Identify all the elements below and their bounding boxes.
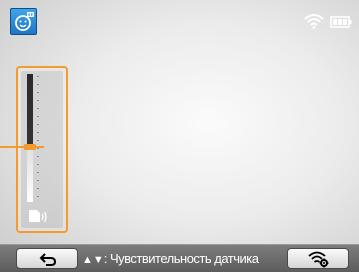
wifi-icon <box>304 13 324 34</box>
smart-face-mode-icon[interactable] <box>10 8 37 35</box>
back-arrow-icon <box>39 253 57 266</box>
sensitivity-hint: ▲▼: Чувствительность датчика <box>82 250 259 268</box>
sensitivity-level-indicator[interactable] <box>0 144 44 150</box>
up-down-arrows-icon: ▲▼ <box>82 254 104 266</box>
sensitivity-hint-label: : Чувствительность датчика <box>103 251 259 266</box>
bottom-bar: ▲▼: Чувствительность датчика <box>0 244 359 272</box>
sensitivity-slider-ticks <box>37 76 39 200</box>
wifi-settings-icon <box>308 251 329 268</box>
camera-screen: ▲▼: Чувствительность датчика <box>0 0 359 272</box>
back-button[interactable] <box>16 248 78 269</box>
battery-full-icon <box>330 15 352 33</box>
wifi-settings-button[interactable] <box>287 248 349 269</box>
sensitivity-slider-fill <box>27 147 33 202</box>
microphone-sensor-icon <box>28 208 48 229</box>
sensitivity-slider-track[interactable] <box>27 74 33 202</box>
